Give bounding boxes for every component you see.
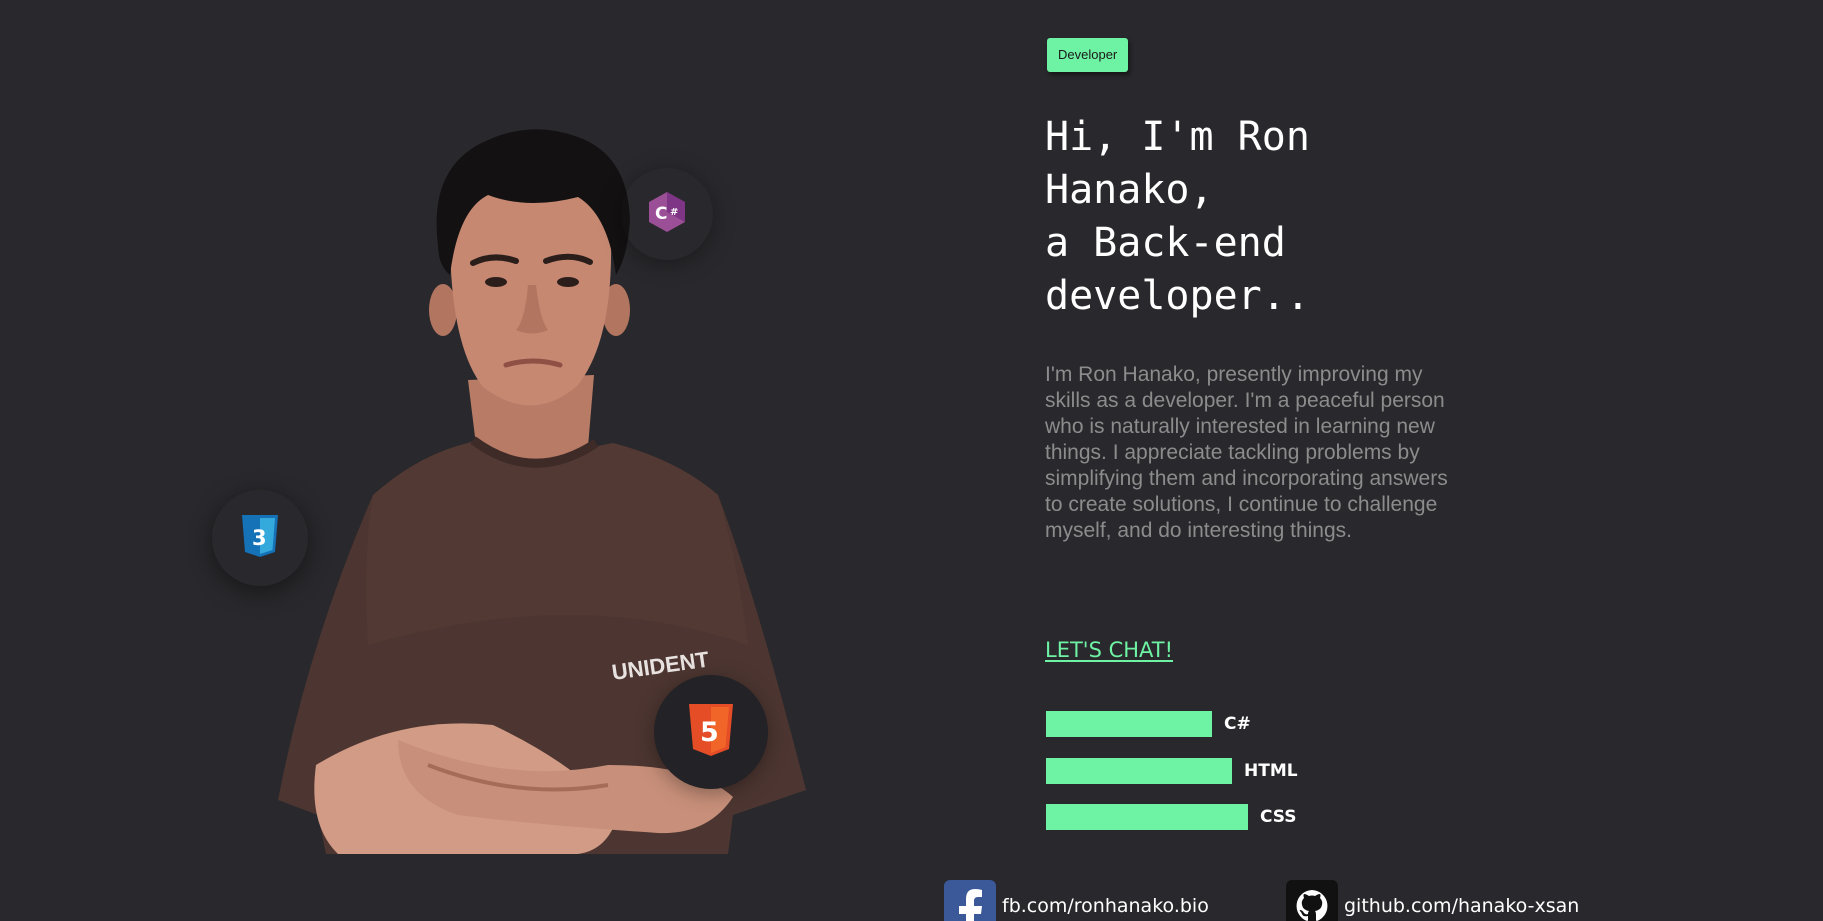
facebook-link[interactable]: fb.com/ronhanako.bio <box>944 880 1209 921</box>
skill-bar-fill <box>1046 758 1232 784</box>
github-link[interactable]: github.com/hanako-xsan <box>1286 880 1579 921</box>
css3-float-badge: 3 <box>212 490 308 586</box>
skill-bar-fill <box>1046 804 1248 830</box>
css3-icon: 3 <box>241 514 279 563</box>
role-badge: Developer <box>1047 38 1129 72</box>
skill-label: HTML <box>1244 761 1298 781</box>
skill-label: CSS <box>1260 807 1297 827</box>
headline-line: a Back-end <box>1045 220 1286 266</box>
facebook-link-text[interactable]: fb.com/ronhanako.bio <box>1002 895 1209 917</box>
svg-text:#: # <box>670 207 678 218</box>
bio-paragraph: I'm Ron Hanako, presently improving my s… <box>1045 363 1448 542</box>
skill-label: C# <box>1224 714 1251 734</box>
svg-text:3: 3 <box>252 526 267 550</box>
html5-float-badge: 5 <box>654 675 768 789</box>
csharp-icon: C # <box>648 191 686 238</box>
csharp-float-badge: C # <box>621 168 713 260</box>
github-link-text[interactable]: github.com/hanako-xsan <box>1344 895 1579 917</box>
headline-line: Hanako, <box>1045 167 1214 213</box>
facebook-icon <box>944 880 996 921</box>
skill-bar-css: CSS <box>1046 804 1297 830</box>
hero-headline: Hi, I'm Ron Hanako, a Back-end developer… <box>1045 111 1475 323</box>
headline-line: developer.. <box>1045 273 1310 319</box>
skill-bar-csharp: C# <box>1046 711 1251 737</box>
lets-chat-link[interactable]: LET'S CHAT! <box>1045 638 1173 662</box>
svg-text:C: C <box>655 204 667 224</box>
skill-bar-html: HTML <box>1046 758 1298 784</box>
svg-text:5: 5 <box>700 717 719 748</box>
skill-bar-fill <box>1046 711 1212 737</box>
headline-line: Hi, I'm Ron <box>1045 114 1310 160</box>
github-icon <box>1286 880 1338 921</box>
html5-icon: 5 <box>688 703 734 762</box>
